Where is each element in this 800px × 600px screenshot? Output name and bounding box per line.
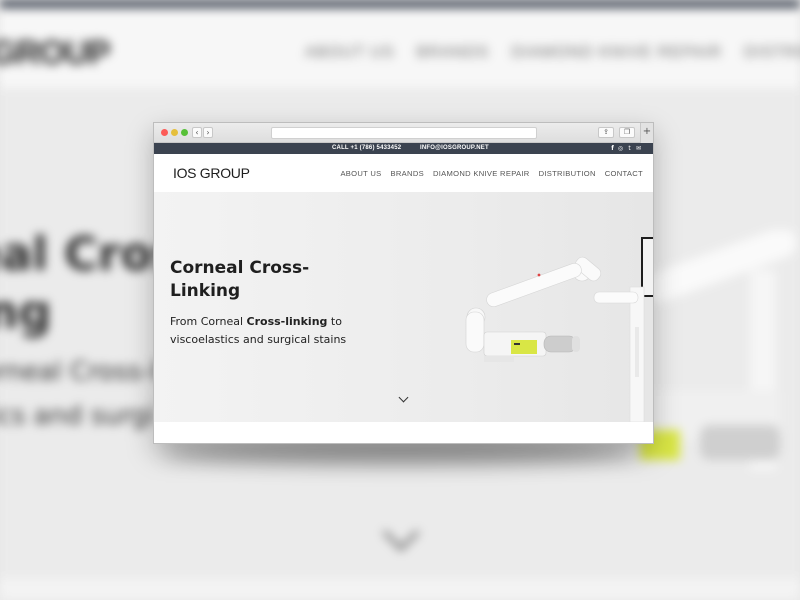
contact-topbar: CALL +1 (786) 5433452 INFO@IOSGROUP.NET …	[154, 143, 653, 154]
browser-toolbar: ‹ › ⇪ ❐ +	[154, 123, 653, 143]
site-logo[interactable]: IOS GROUP	[173, 165, 250, 181]
instagram-icon[interactable]: ◎	[617, 145, 624, 152]
mail-icon[interactable]: ✉	[635, 145, 642, 152]
minimize-window-button[interactable]	[171, 129, 178, 136]
nav-distribution[interactable]: DISTRIBUTION	[539, 169, 596, 178]
main-nav: ABOUT US BRANDS DIAMOND KNIVE REPAIR DIS…	[340, 169, 643, 178]
forward-button[interactable]: ›	[203, 127, 213, 138]
address-bar[interactable]	[271, 127, 537, 139]
back-button[interactable]: ‹	[192, 127, 202, 138]
hero-section: Corneal Cross-Linking From Corneal Cross…	[154, 192, 653, 422]
nav-contact[interactable]: CONTACT	[605, 169, 643, 178]
email-link[interactable]: INFO@IOSGROUP.NET	[420, 143, 489, 154]
hero-subtitle: From Corneal Cross-linking to viscoelast…	[170, 315, 347, 346]
bg-hero-subtitle: orneal Cross-li tics and surgi	[0, 357, 166, 431]
bg-nav-item: BRANDS	[416, 44, 490, 61]
scroll-down-icon[interactable]	[398, 392, 409, 403]
zoom-window-button[interactable]	[181, 129, 188, 136]
phone-link[interactable]: CALL +1 (786) 5433452	[332, 143, 401, 154]
site-header: IOS GROUP ABOUT US BRANDS DIAMOND KNIVE …	[154, 154, 653, 192]
bg-nav: ABOUT US BRANDS DIAMOND KNIVE REPAIR DIS…	[305, 44, 800, 62]
nav-brands[interactable]: BRANDS	[391, 169, 424, 178]
share-icon[interactable]: ⇪	[598, 127, 614, 138]
facebook-icon[interactable]: f	[609, 145, 616, 152]
nav-diamond-knive-repair[interactable]: DIAMOND KNIVE REPAIR	[433, 169, 530, 178]
hero-title: Corneal Cross-Linking	[170, 258, 310, 301]
bg-nav-item: ABOUT US	[305, 44, 395, 61]
bg-nav-item: DIAMOND KNIVE REPAIR	[511, 44, 723, 61]
bg-topbar	[0, 0, 800, 8]
close-window-button[interactable]	[161, 129, 168, 136]
new-tab-icon[interactable]: +	[640, 123, 653, 143]
twitter-icon[interactable]: t	[626, 145, 633, 152]
crosslinking-device-image	[465, 237, 653, 422]
bg-footer	[0, 578, 800, 600]
browser-window: ‹ › ⇪ ❐ + CALL +1 (786) 5433452 INFO@IOS…	[153, 122, 654, 444]
nav-about-us[interactable]: ABOUT US	[340, 169, 381, 178]
hero-subtitle-emphasis: Cross-linking	[246, 315, 328, 328]
bg-header: GROUP ABOUT US BRANDS DIAMOND KNIVE REPA…	[0, 8, 800, 88]
below-hero-section	[154, 422, 653, 443]
tabs-icon[interactable]: ❐	[619, 127, 635, 138]
bg-nav-item: DISTRIBUTION	[744, 44, 800, 61]
bg-logo: GROUP	[0, 34, 111, 72]
